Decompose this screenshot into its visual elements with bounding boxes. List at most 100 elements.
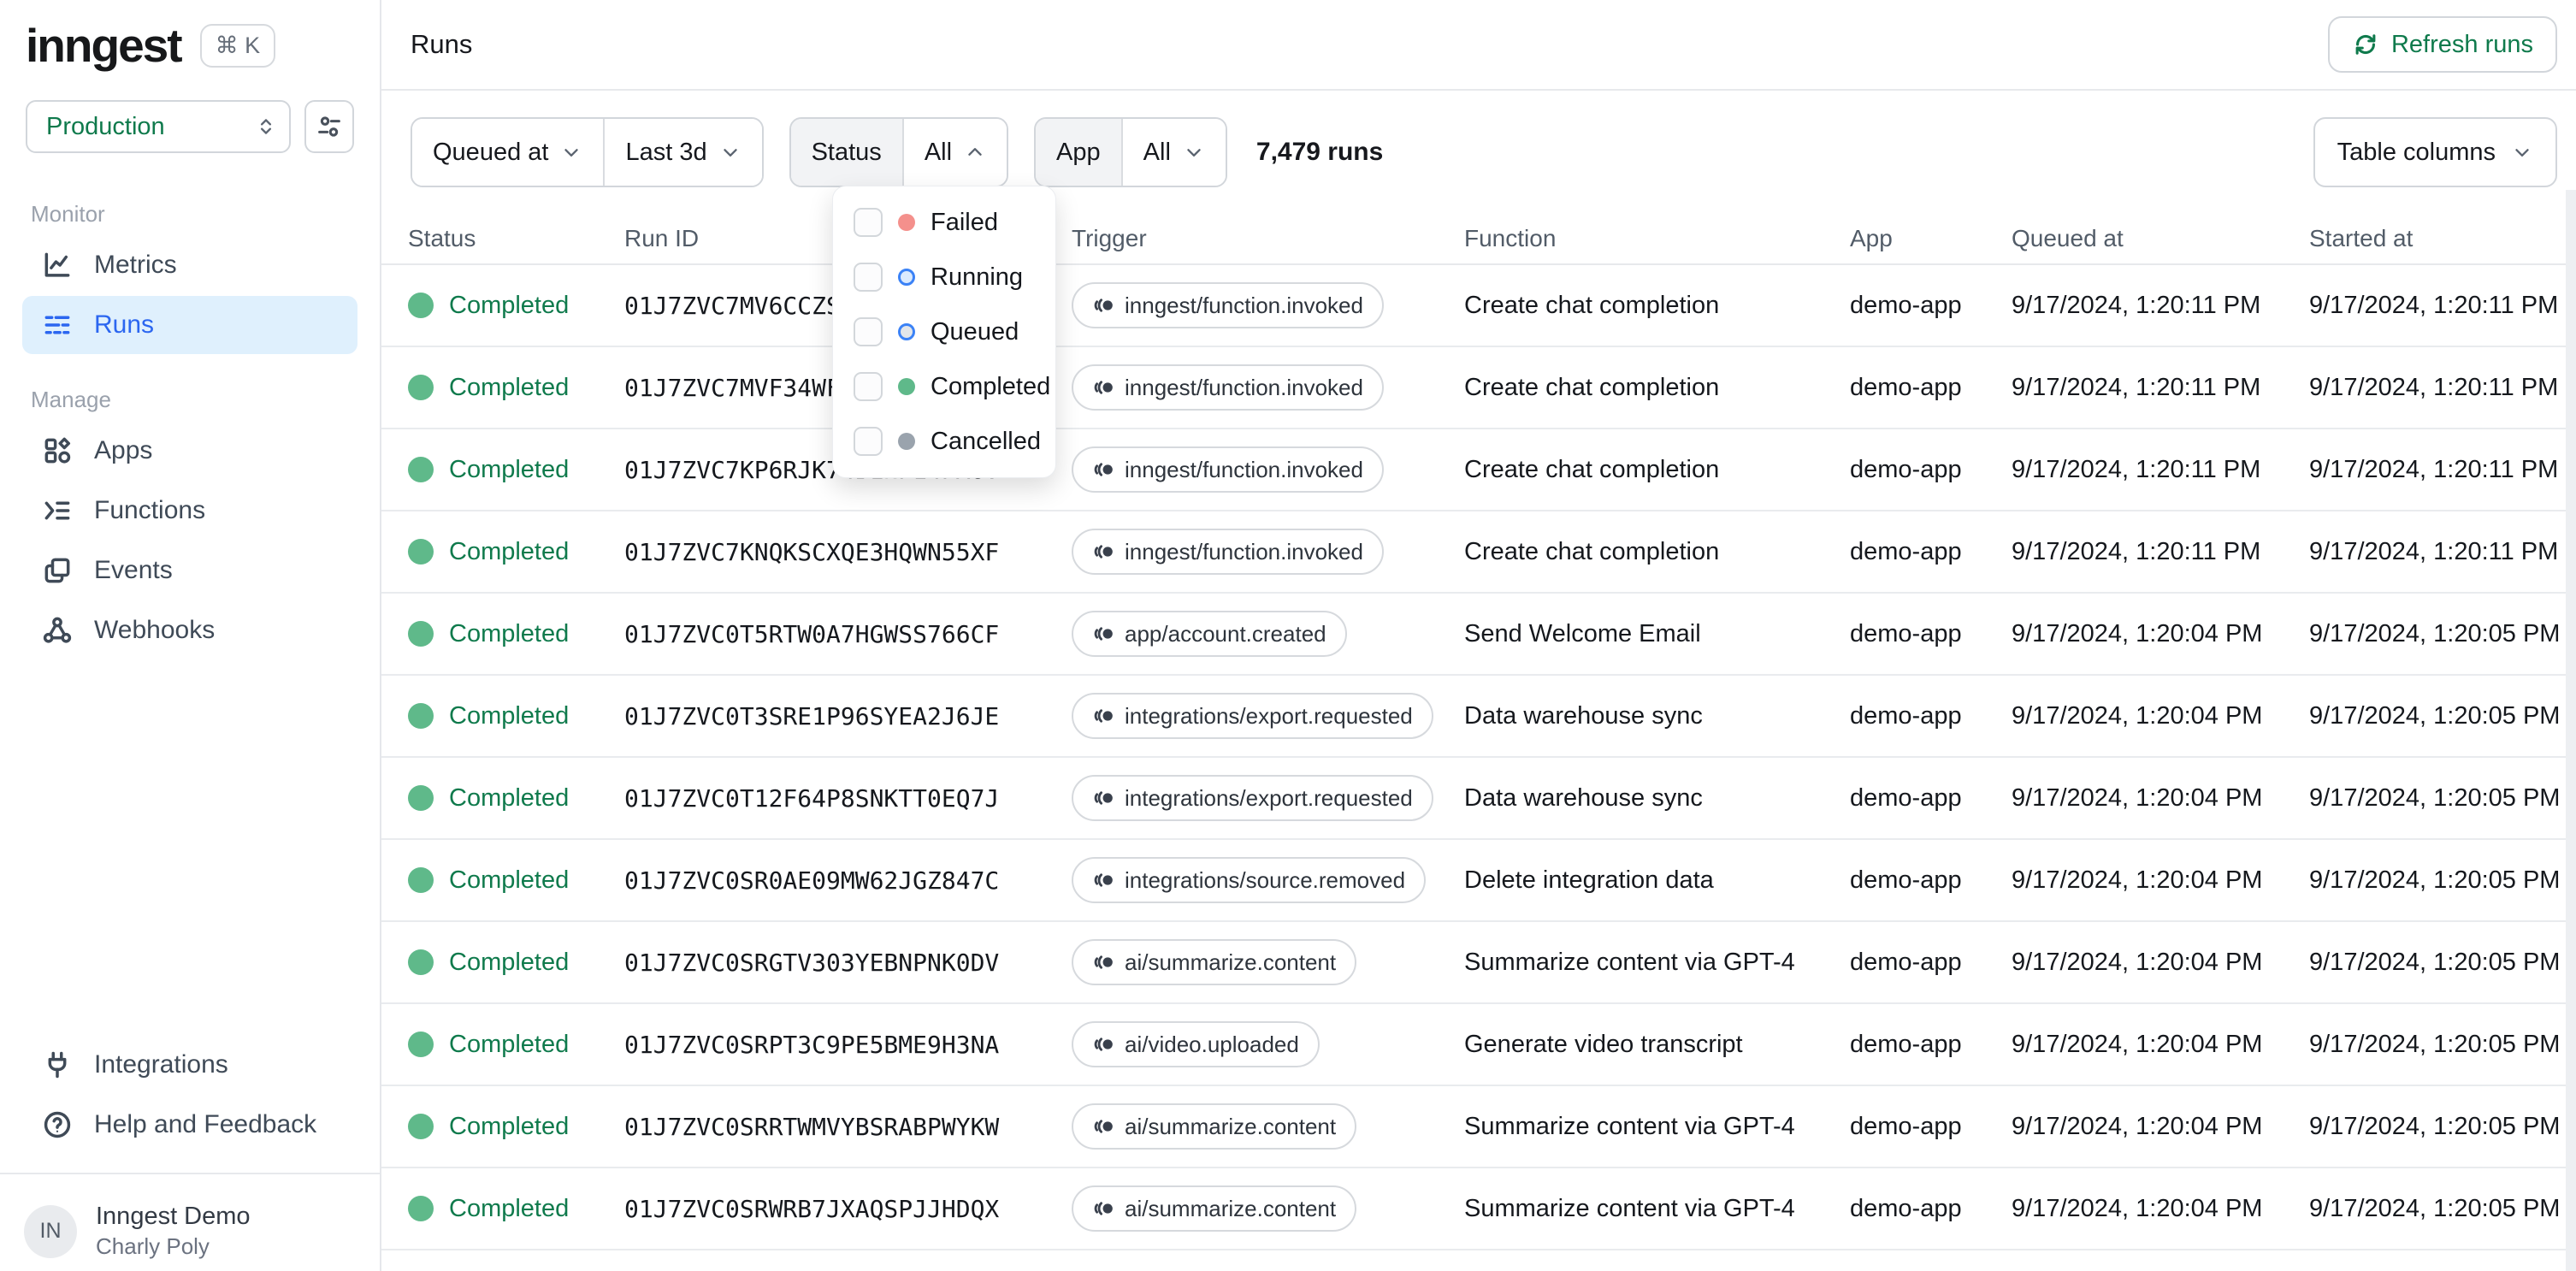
- run-id: 01J7ZVC7KNQKSCXQE3HQWN55XF: [624, 537, 1000, 566]
- column-header-app: App: [1850, 225, 1893, 251]
- trigger-badge: integrations/export.requested: [1072, 693, 1433, 739]
- app-filter-label-text: App: [1056, 138, 1101, 166]
- status-option-checkbox[interactable]: [854, 427, 883, 456]
- table-row[interactable]: Completed 01J7ZVC0SRRTWMVYBSRABPWYKW ai/…: [381, 1086, 2576, 1168]
- table-row[interactable]: Completed 01J7ZVC7MVF34WF inngest/functi…: [381, 347, 2576, 429]
- status-option-checkbox[interactable]: [854, 317, 883, 346]
- run-status-cell: Completed: [408, 784, 624, 813]
- table-row[interactable]: Completed 01J7ZVC0SRGTV303YEBNPNK0DV ai/…: [381, 922, 2576, 1004]
- status-option[interactable]: Cancelled: [833, 414, 1055, 469]
- time-range-dropdown[interactable]: Last 3d: [603, 119, 762, 186]
- run-status-label: Completed: [449, 783, 570, 812]
- user-menu[interactable]: IN Inngest Demo Charly Poly: [0, 1173, 380, 1271]
- completed-status-dot: [408, 1032, 434, 1057]
- completed-status-dot: [408, 703, 434, 729]
- started-at-time: 9/17/2024, 1:20:05 PM: [2309, 1194, 2561, 1222]
- status-option[interactable]: Failed: [833, 195, 1055, 250]
- completed-status-dot: [408, 867, 434, 893]
- runs-count: 7,479 runs: [1256, 138, 1384, 166]
- sidebar-item-help-feedback[interactable]: Help and Feedback: [22, 1096, 357, 1154]
- command-k-shortcut-badge[interactable]: ⌘ K: [199, 24, 276, 68]
- chevron-down-icon: [723, 149, 737, 157]
- started-at-time: 9/17/2024, 1:20:11 PM: [2309, 291, 2559, 319]
- sidebar-footer: Integrations Help and Feedback IN Innges…: [0, 1034, 380, 1271]
- run-status-label: Completed: [449, 866, 570, 894]
- trigger-badge: ai/summarize.content: [1072, 1103, 1357, 1150]
- status-option-label: Cancelled: [931, 427, 1041, 455]
- time-field-dropdown[interactable]: Queued at: [412, 119, 604, 186]
- status-option-checkbox[interactable]: [854, 263, 883, 292]
- avatar: IN: [24, 1204, 77, 1258]
- app-name: demo-app: [1850, 1030, 1962, 1058]
- table-row[interactable]: Completed 01J7ZVC0SRPT3C9PE5BME9H3NA ai/…: [381, 1004, 2576, 1086]
- table-row[interactable]: Completed 01J7ZVC7KNQKSCXQE3HQWN55XF inn…: [381, 511, 2576, 594]
- app-name: demo-app: [1850, 866, 1962, 894]
- refresh-runs-button[interactable]: Refresh runs: [2327, 16, 2557, 73]
- event-pulse-icon: [1094, 627, 1113, 641]
- table-columns-button[interactable]: Table columns: [2313, 117, 2557, 187]
- function-name: Create chat completion: [1464, 291, 1720, 319]
- sidebar-item-runs[interactable]: Runs: [22, 296, 357, 354]
- table-columns-label: Table columns: [2337, 138, 2496, 166]
- trigger-event-name: ai/summarize.content: [1125, 1113, 1337, 1139]
- trigger-cell: inngest/function.invoked: [1072, 282, 1464, 328]
- run-status-label: Completed: [449, 701, 570, 730]
- sidebar-item-webhooks[interactable]: Webhooks: [22, 601, 357, 659]
- started-at-time: 9/17/2024, 1:20:05 PM: [2309, 701, 2561, 730]
- environment-filter-button[interactable]: [304, 100, 354, 153]
- app-filter-dropdown[interactable]: All: [1120, 119, 1226, 186]
- run-status-label: Completed: [449, 537, 570, 565]
- run-status-cell: Completed: [408, 620, 624, 648]
- app-filter-group: App All: [1034, 117, 1227, 187]
- vertical-scrollbar[interactable]: [2566, 190, 2576, 1271]
- run-status-label: Completed: [449, 373, 570, 401]
- table-row[interactable]: Completed 01J7ZVC0T5RTW0A7HGWSS766CF app…: [381, 594, 2576, 676]
- status-option[interactable]: Completed: [833, 359, 1055, 414]
- status-option[interactable]: Queued: [833, 304, 1055, 359]
- function-name: Delete integration data: [1464, 866, 1714, 894]
- sidebar-item-integrations[interactable]: Integrations: [22, 1036, 357, 1094]
- function-name: Generate video transcript: [1464, 1030, 1743, 1058]
- column-header-queued-at: Queued at: [2012, 225, 2124, 251]
- app-name: demo-app: [1850, 783, 1962, 812]
- trigger-badge: ai/summarize.content: [1072, 939, 1357, 985]
- sidebar-item-events[interactable]: Events: [22, 541, 357, 600]
- status-option-dot: [898, 269, 915, 286]
- app-name: demo-app: [1850, 1112, 1962, 1140]
- started-at-time: 9/17/2024, 1:20:05 PM: [2309, 866, 2561, 894]
- status-option-checkbox[interactable]: [854, 208, 883, 237]
- table-row[interactable]: Completed 01J7ZVC7MV6CCZS inngest/functi…: [381, 265, 2576, 347]
- sidebar-item-apps[interactable]: Apps: [22, 422, 357, 480]
- app-name: demo-app: [1850, 1194, 1962, 1222]
- status-option-dot: [898, 433, 915, 450]
- app-name: demo-app: [1850, 291, 1962, 319]
- chevron-down-icon: [564, 149, 579, 157]
- sidebar-item-metrics[interactable]: Metrics: [22, 236, 357, 294]
- webhooks-nodes-icon: [43, 617, 72, 643]
- trigger-cell: integrations/export.requested: [1072, 693, 1464, 739]
- app-filter-value: All: [1143, 138, 1171, 166]
- table-row[interactable]: Completed 01J7ZVC0SR0AE09MW62JGZ847C int…: [381, 840, 2576, 922]
- started-at-time: 9/17/2024, 1:20:05 PM: [2309, 948, 2561, 976]
- help-question-icon: [44, 1111, 71, 1138]
- queued-at-time: 9/17/2024, 1:20:04 PM: [2012, 948, 2263, 976]
- table-row[interactable]: Completed 01J7ZVC0SRWRB7JXAQSPJJHDQX ai/…: [381, 1168, 2576, 1250]
- status-filter-dropdown[interactable]: All: [901, 119, 1007, 186]
- status-filter-popup: Failed Running Queued Completed Cancelle…: [832, 186, 1056, 478]
- function-name: Create chat completion: [1464, 537, 1720, 565]
- status-option-checkbox[interactable]: [854, 372, 883, 401]
- section-label-manage: Manage: [31, 387, 111, 412]
- completed-status-dot: [408, 1114, 434, 1139]
- section-label-monitor: Monitor: [31, 201, 105, 227]
- table-row[interactable]: Completed 01J7ZVC0T3SRE1P96SYEA2J6JE int…: [381, 676, 2576, 758]
- event-pulse-icon: [1094, 463, 1113, 476]
- trigger-badge: inngest/function.invoked: [1072, 364, 1384, 411]
- environment-select[interactable]: Production: [26, 100, 291, 153]
- trigger-event-name: app/account.created: [1125, 620, 1326, 647]
- status-option[interactable]: Running: [833, 250, 1055, 304]
- sidebar-item-functions[interactable]: Functions: [22, 482, 357, 540]
- table-row[interactable]: Completed 01J7ZVC7KP6RJK74B1NP14PA6V inn…: [381, 429, 2576, 511]
- app-name: demo-app: [1850, 373, 1962, 401]
- table-row[interactable]: Completed 01J7ZVC0T12F64P8SNKTT0EQ7J int…: [381, 758, 2576, 840]
